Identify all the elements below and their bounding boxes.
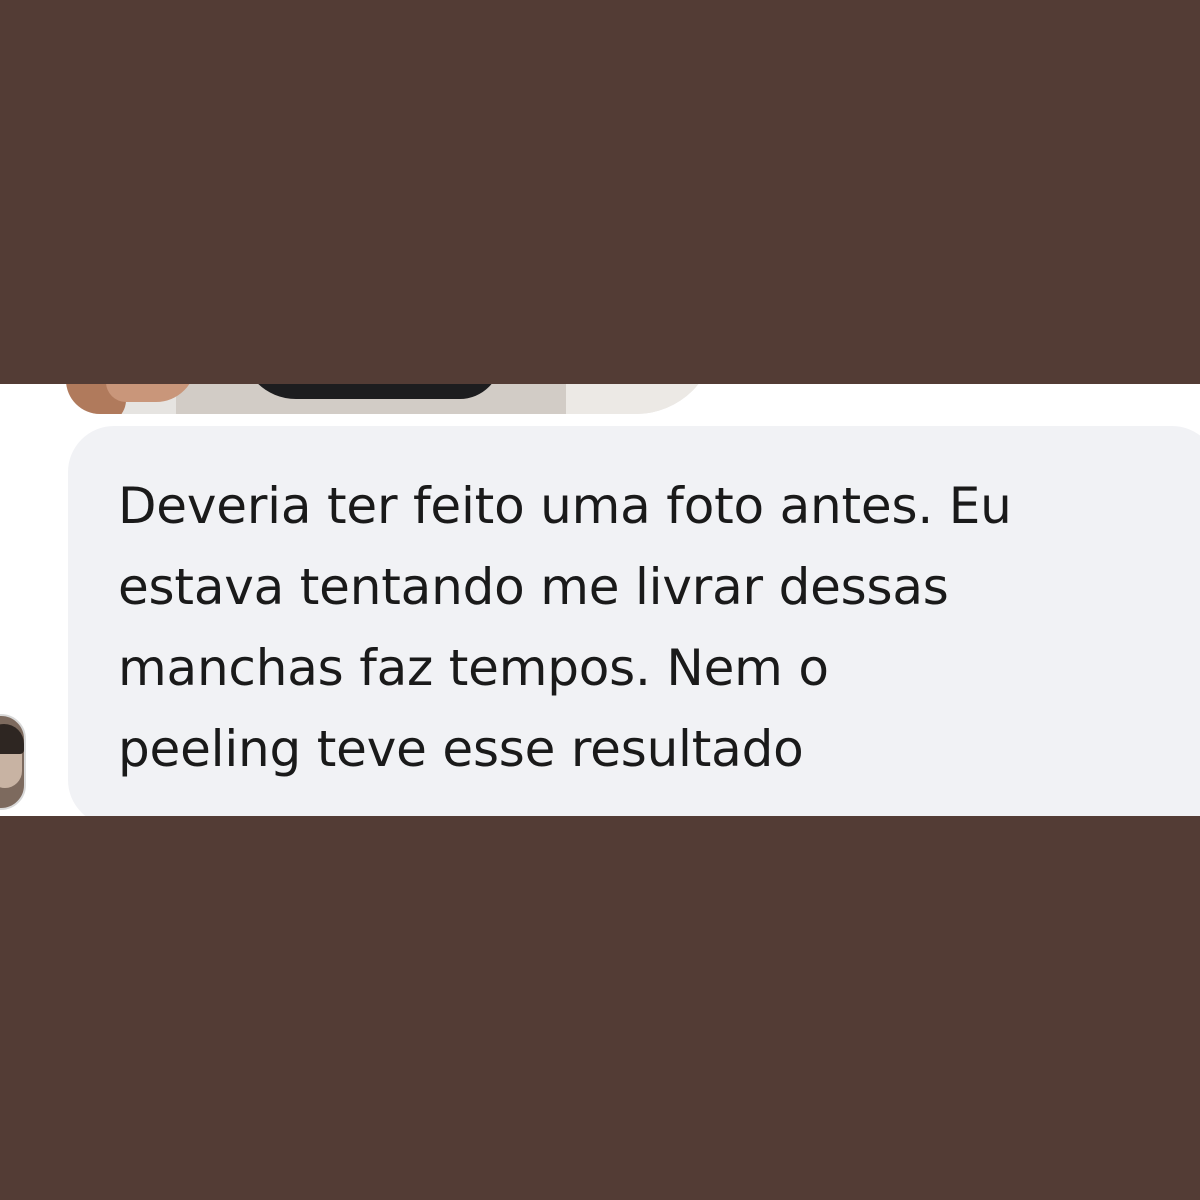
- message-line: estava tentando me livrar dessas: [118, 558, 949, 616]
- message-line: peeling teve esse resultado: [118, 720, 804, 778]
- avatar-hair: [0, 724, 24, 754]
- chat-screenshot: Deveria ter feito uma foto antes. Eu est…: [0, 384, 1200, 816]
- sender-avatar[interactable]: [0, 714, 26, 810]
- photo-light-area: [566, 384, 716, 414]
- message-text: Deveria ter feito uma foto antes. Eu est…: [118, 466, 1178, 790]
- photo-message[interactable]: [66, 384, 716, 414]
- top-background-band: [0, 0, 1200, 384]
- message-line: Deveria ter feito uma foto antes. Eu: [118, 477, 1012, 535]
- photo-dark-area: [241, 384, 501, 399]
- message-line: manchas faz tempos. Nem o: [118, 639, 829, 697]
- bottom-background-band: [0, 816, 1200, 1200]
